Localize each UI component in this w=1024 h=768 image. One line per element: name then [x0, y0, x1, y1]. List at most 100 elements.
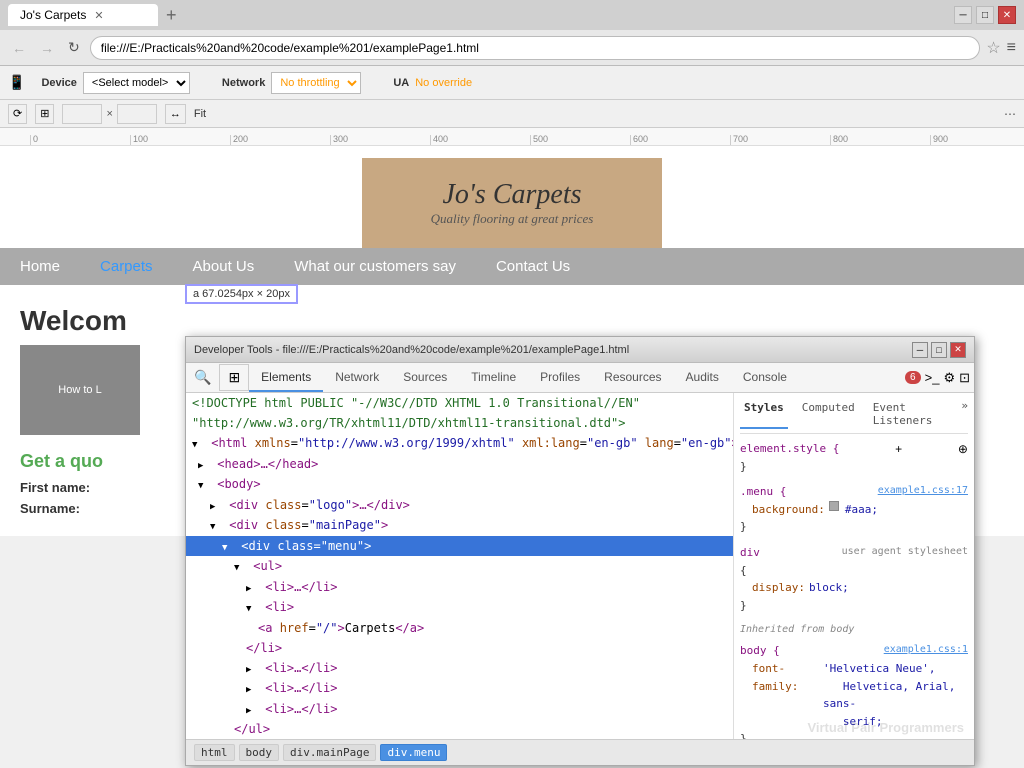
html-line-li4[interactable]: <li>…</li> [186, 678, 733, 699]
body-source[interactable]: example1.css:1 [884, 642, 968, 660]
resize-icon[interactable]: ⊞ [35, 104, 54, 124]
styles-expand-icon[interactable]: » [961, 399, 968, 429]
tab-title: Jo's Carpets [20, 8, 86, 22]
back-button[interactable]: ← [8, 38, 30, 58]
zoom-icon[interactable]: ↔ [165, 104, 186, 124]
address-bar[interactable]: file:///E:/Practicals%20and%20code/examp… [90, 36, 981, 60]
tab-timeline[interactable]: Timeline [459, 364, 528, 392]
menu-icon[interactable]: ≡ [1007, 39, 1016, 57]
html-line-logo[interactable]: <div class="logo">…</div> [186, 495, 733, 516]
devtools-window: Developer Tools - file:///E:/Practicals%… [185, 336, 975, 766]
html-line-li2-close[interactable]: </li> [186, 638, 733, 658]
tab-close-icon[interactable]: ✕ [94, 9, 103, 22]
nav-contact[interactable]: Contact Us [476, 248, 590, 285]
nav-carpets[interactable]: Carpets [80, 248, 173, 285]
devtools-maximize-button[interactable]: □ [931, 342, 947, 358]
html-line-li3[interactable]: <li>…</li> [186, 658, 733, 679]
breadcrumb-menu[interactable]: div.menu [380, 744, 447, 761]
tab-audits[interactable]: Audits [674, 364, 731, 392]
new-tab-icon[interactable]: + [166, 5, 177, 26]
nav-home[interactable]: Home [0, 248, 80, 285]
html-line-head[interactable]: <head>…</head> [186, 454, 733, 475]
menu-style-block: .menu { example1.css:17 background: #aaa… [740, 483, 968, 536]
secondary-toolbar: ⟳ ⊞ 768 × 1024 ↔ Fit ⋯ [0, 100, 1024, 128]
inherited-label: Inherited from body [740, 622, 968, 638]
div-brace-close: } [740, 597, 968, 615]
tab-network[interactable]: Network [323, 364, 391, 392]
device-select[interactable]: <Select model> [83, 72, 190, 94]
html-line-li2[interactable]: <li> [186, 597, 733, 618]
devtools-close-button[interactable]: ✕ [950, 342, 966, 358]
menu-style-selector: .menu { [740, 483, 786, 501]
browser-tab[interactable]: Jo's Carpets ✕ [8, 4, 158, 26]
dimension-display: 768 × 1024 [62, 104, 156, 124]
html-line-li5[interactable]: <li>…</li> [186, 699, 733, 720]
html-line-ul[interactable]: <ul> [186, 556, 733, 577]
forward-button[interactable]: → [36, 38, 58, 58]
error-badge: 6 [905, 371, 921, 384]
inherit-style-button[interactable]: ⊕ [958, 442, 968, 456]
throttle-select[interactable]: No throttling [271, 72, 361, 94]
tab-computed[interactable]: Computed [798, 399, 859, 429]
window-close-icon[interactable]: ✕ [998, 6, 1016, 24]
more-settings[interactable]: ⋯ [1004, 107, 1016, 121]
height-input[interactable]: 1024 [117, 104, 157, 124]
devtools-main: <!DOCTYPE html PUBLIC "-//W3C//DTD XHTML… [186, 393, 974, 739]
html-line-html[interactable]: <html xmlns="http://www.w3.org/1999/xhtm… [186, 433, 733, 454]
tab-console[interactable]: Console [731, 364, 799, 392]
ruler: 0 100 200 300 400 500 600 700 800 900 [0, 128, 1024, 146]
tab-elements[interactable]: Elements [249, 364, 323, 392]
devtools-dock-button[interactable]: ⊡ [959, 370, 970, 386]
html-line-doctype: <!DOCTYPE html PUBLIC "-//W3C//DTD XHTML… [186, 393, 733, 413]
html-panel: <!DOCTYPE html PUBLIC "-//W3C//DTD XHTML… [186, 393, 734, 739]
devtools-minimize-button[interactable]: ─ [912, 342, 928, 358]
devtools-snippet-button[interactable]: ⊞ [219, 364, 249, 391]
rotate-icon[interactable]: ⟳ [8, 104, 27, 124]
element-style-selector: element.style { [740, 440, 839, 458]
div-style-block: div user agent stylesheet { display: blo… [740, 544, 968, 614]
html-line-a[interactable]: <a href="/">Carpets</a> [186, 618, 733, 638]
window-minimize-icon[interactable]: ─ [954, 6, 972, 24]
devtools-actions: 6 >_ ⚙ ⊡ [905, 370, 974, 386]
html-line-body[interactable]: <body> [186, 474, 733, 495]
nav-about[interactable]: About Us [173, 248, 275, 285]
devtools-settings-button[interactable]: ⚙ [943, 370, 955, 386]
site-logo: Jo's Carpets Quality flooring at great p… [362, 158, 662, 248]
device-emulation-icon: 📱 [8, 74, 25, 91]
menu-color-swatch [829, 501, 839, 511]
bookmark-icon[interactable]: ☆ [986, 38, 1000, 58]
dimension-x: × [106, 108, 112, 120]
breadcrumb-body[interactable]: body [239, 744, 280, 761]
window-maximize-icon[interactable]: □ [976, 6, 994, 24]
div-display-prop: display: [752, 579, 805, 597]
tab-resources[interactable]: Resources [592, 364, 673, 392]
welcome-heading: Welcom [20, 305, 1004, 337]
tab-event-listeners[interactable]: Event Listeners [869, 399, 952, 429]
devtools-prompt-button[interactable]: >_ [925, 370, 940, 385]
styles-panel: Styles Computed Event Listeners » elemen… [734, 393, 974, 739]
ruler-mark-700: 700 [730, 135, 830, 145]
tab-sources[interactable]: Sources [391, 364, 459, 392]
logo-subtitle: Quality flooring at great prices [431, 211, 594, 227]
nav-tooltip: a 67.0254px × 20px [185, 284, 298, 304]
tab-styles[interactable]: Styles [740, 399, 788, 429]
ruler-mark-600: 600 [630, 135, 730, 145]
breadcrumb-html[interactable]: html [194, 744, 235, 761]
body-selector: body { [740, 642, 780, 660]
html-line-menu[interactable]: <div class="menu"> [186, 536, 733, 557]
add-style-button[interactable]: + [895, 442, 902, 456]
breadcrumb-mainpage[interactable]: div.mainPage [283, 744, 376, 761]
devtools-search-button[interactable]: 🔍 [186, 365, 219, 390]
ua-section: UA No override [393, 77, 472, 89]
element-style-close: } [740, 458, 968, 476]
html-line-ul-close[interactable]: </ul> [186, 719, 733, 739]
html-line-li1[interactable]: <li>…</li> [186, 577, 733, 598]
styles-tab-bar: Styles Computed Event Listeners » [740, 399, 968, 434]
width-input[interactable]: 768 [62, 104, 102, 124]
nav-customers[interactable]: What our customers say [274, 248, 476, 285]
menu-style-source[interactable]: example1.css:17 [878, 483, 968, 501]
tab-profiles[interactable]: Profiles [528, 364, 592, 392]
html-line-dtd: "http://www.w3.org/TR/xhtml11/DTD/xhtml1… [186, 413, 733, 433]
reload-button[interactable]: ↻ [64, 37, 84, 58]
html-line-mainpage[interactable]: <div class="mainPage"> [186, 515, 733, 536]
